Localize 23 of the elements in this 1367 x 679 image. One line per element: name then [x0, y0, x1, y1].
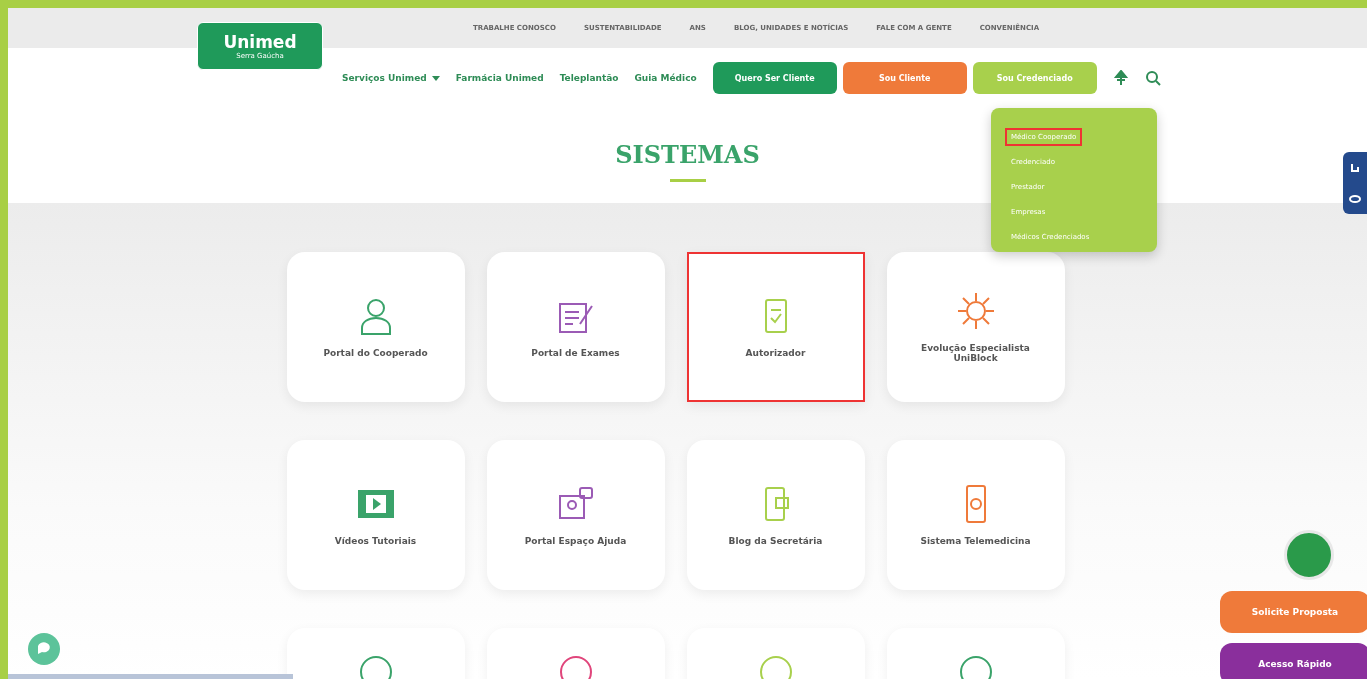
system-card[interactable]: Vídeos Tutoriais [286, 440, 465, 590]
floating-button[interactable]: Acesso Rápido [1220, 643, 1367, 679]
system-card[interactable]: Autorizador [686, 252, 865, 402]
page-title: SISTEMAS [615, 140, 760, 169]
floating-button[interactable]: Solicite Proposta [1220, 591, 1367, 633]
nav-link[interactable]: Farmácia Unimed [455, 73, 544, 83]
system-card[interactable]: Evolução Especialista UniBlock [886, 252, 1065, 402]
accessibility-panel[interactable] [1343, 152, 1367, 214]
nav-link[interactable]: Guia Médico [634, 73, 697, 83]
nav-link[interactable]: Teleplantão [559, 73, 619, 83]
nav-button[interactable]: Quero Ser Cliente [712, 62, 837, 94]
caret-icon [431, 76, 440, 81]
system-card[interactable]: Portal do Cooperado [286, 252, 465, 402]
search-icon[interactable] [1144, 70, 1161, 86]
assistant-avatar[interactable] [1284, 530, 1334, 580]
system-card[interactable]: Blog da Secretária [686, 440, 865, 590]
eye-icon[interactable] [1349, 192, 1361, 205]
nav-link[interactable]: Serviços Unimed [342, 73, 440, 83]
system-card[interactable]: Portal de Exames [486, 252, 665, 402]
nav-button[interactable]: Sou Cliente [842, 62, 967, 94]
system-card[interactable]: Portal Espaço Ajuda [486, 440, 665, 590]
chat-icon[interactable] [28, 633, 60, 665]
system-card[interactable]: Sistema Telemedicina [886, 440, 1065, 590]
